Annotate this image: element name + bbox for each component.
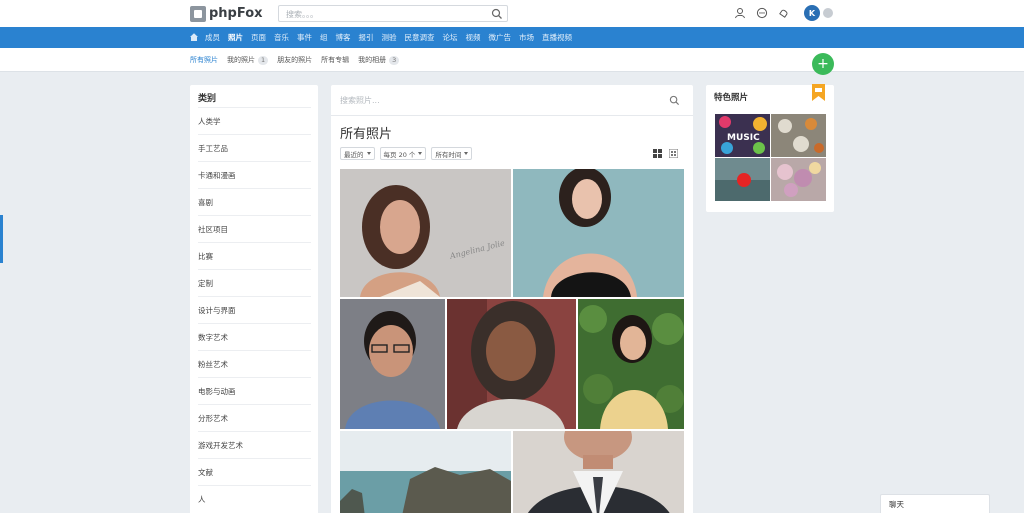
subtab-label: 所有专辑 xyxy=(321,56,350,64)
photo-coastal-cliffs[interactable] xyxy=(340,431,511,513)
nav-item-1[interactable]: 照片 xyxy=(228,32,243,43)
category-item[interactable]: 数字艺术 xyxy=(198,323,311,350)
featured-thumb-text: MUSIC xyxy=(727,133,760,143)
nav-item-8[interactable]: 测验 xyxy=(382,32,397,43)
chevron-down-icon xyxy=(418,152,423,155)
subtab-3[interactable]: 所有专辑 xyxy=(321,55,349,65)
featured-thumb-music[interactable]: MUSIC xyxy=(715,114,770,157)
subtab-label: 我的相册 xyxy=(358,56,387,64)
category-item[interactable]: 喜剧 xyxy=(198,188,311,215)
filter-label: 最近的 xyxy=(344,150,364,159)
left-accent-bar xyxy=(0,215,3,263)
subtab-2[interactable]: 朋友的照片 xyxy=(277,55,312,65)
logo-icon xyxy=(190,5,206,22)
photo-woman-black-dress[interactable] xyxy=(513,169,684,297)
nav-item-5[interactable]: 组 xyxy=(320,32,328,43)
nav-item-13[interactable]: 市场 xyxy=(519,32,534,43)
category-item[interactable]: 手工艺品 xyxy=(198,134,311,161)
nav-item-11[interactable]: 视频 xyxy=(466,32,481,43)
category-item[interactable]: 粉丝艺术 xyxy=(198,350,311,377)
bell-icon[interactable] xyxy=(778,7,790,19)
chevron-down-icon xyxy=(464,152,469,155)
featured-thumb-balloon[interactable] xyxy=(715,158,770,201)
global-search-placeholder: 搜索。。。 xyxy=(286,10,318,19)
people-icon[interactable] xyxy=(734,7,746,19)
subtab-label: 我的照片 xyxy=(227,56,255,64)
photo-man-suit[interactable] xyxy=(513,431,684,513)
search-icon[interactable] xyxy=(669,95,680,106)
nav-item-2[interactable]: 页面 xyxy=(251,32,266,43)
category-item[interactable]: 定制 xyxy=(198,269,311,296)
category-item[interactable]: 比赛 xyxy=(198,242,311,269)
home-icon[interactable] xyxy=(189,32,199,42)
logo[interactable]: phpFox xyxy=(190,5,263,22)
nav-item-9[interactable]: 民意调查 xyxy=(405,32,435,43)
category-item[interactable]: 人类学 xyxy=(198,107,311,134)
photo-search-placeholder: 搜索照片... xyxy=(340,96,380,105)
photo-man-glasses[interactable] xyxy=(340,299,445,429)
category-item[interactable]: 分形艺术 xyxy=(198,404,311,431)
main-nav: 成员 照片 页面 音乐 事件组博客 报引 测验 民意调查 论坛 视频 微广告 市场 直播视频 xyxy=(0,27,1024,48)
subtab-1[interactable]: 我的照片 1 xyxy=(227,55,269,65)
filter-dropdown-2[interactable]: 所有时间 xyxy=(431,147,473,160)
category-item[interactable]: 设计与界面 xyxy=(198,296,311,323)
logo-text: phpFox xyxy=(209,6,263,21)
chat-dock[interactable]: 聊天 xyxy=(880,494,990,513)
filter-label: 每页 20 个 xyxy=(383,150,416,159)
chevron-down-icon xyxy=(366,152,371,155)
search-icon[interactable] xyxy=(491,8,503,20)
chevron-down-icon[interactable] xyxy=(823,8,833,18)
featured-photos-panel: 特色照片 MUSIC xyxy=(706,85,834,212)
grid-view-icon[interactable] xyxy=(653,149,662,158)
category-item[interactable]: 电影与动画 xyxy=(198,377,311,404)
top-bar: phpFox 搜索。。。 K xyxy=(0,0,1024,27)
featured-badge-icon xyxy=(812,84,825,101)
photo-main-panel: 搜索照片... 所有照片 最近的 每页 20 个 所有时间 Angelina Jol… xyxy=(331,85,693,513)
subtab-count: 1 xyxy=(258,55,269,65)
subtab-label: 朋友的照片 xyxy=(277,56,313,64)
nav-item-7[interactable]: 报引 xyxy=(359,32,374,43)
sub-nav: 所有照片 我的照片 1 朋友的照片 所有专辑 我的相册 3 xyxy=(0,48,1024,72)
chat-icon[interactable] xyxy=(756,7,768,19)
subtab-4[interactable]: 我的相册 3 xyxy=(358,55,400,65)
photo-search-input[interactable]: 搜索照片... xyxy=(331,85,693,116)
filter-label: 所有时间 xyxy=(435,150,462,159)
nav-item-12[interactable]: 微广告 xyxy=(489,32,512,43)
category-item[interactable]: 游戏开发艺术 xyxy=(198,431,311,458)
category-item[interactable]: 卡通和漫画 xyxy=(198,161,311,188)
category-item[interactable]: 人 xyxy=(198,485,311,512)
nav-item-14[interactable]: 直播视频 xyxy=(542,32,572,43)
photo-woman-green-leaves[interactable] xyxy=(578,299,684,429)
chat-label: 聊天 xyxy=(889,500,904,509)
add-photo-button[interactable]: + xyxy=(812,53,834,75)
nav-item-3[interactable]: 音乐 xyxy=(274,32,289,43)
global-search-input[interactable]: 搜索。。。 xyxy=(278,5,508,22)
casual-view-icon[interactable] xyxy=(669,149,678,158)
filter-dropdown-1[interactable]: 每页 20 个 xyxy=(379,147,427,160)
featured-thumb-food[interactable] xyxy=(771,114,826,157)
filter-dropdown-0[interactable]: 最近的 xyxy=(340,147,375,160)
category-item[interactable]: 文献 xyxy=(198,458,311,485)
nav-item-4[interactable]: 事件 xyxy=(297,32,312,43)
category-panel: 类别 人类学 手工艺品 卡通和漫画 喜剧 社区项目 比赛 定制 设计与界面 数字艺术 粉丝艺术 电影… xyxy=(190,85,318,513)
nav-item-10[interactable]: 论坛 xyxy=(443,32,458,43)
photo-woman-smiling-dreadlocks[interactable] xyxy=(447,299,576,429)
subtab-0[interactable]: 所有照片 xyxy=(190,55,218,65)
page-title: 所有照片 xyxy=(340,127,393,142)
featured-title: 特色照片 xyxy=(714,93,749,103)
avatar[interactable]: K xyxy=(804,5,820,21)
nav-item-0[interactable]: 成员 xyxy=(205,32,220,43)
category-title: 类别 xyxy=(198,94,217,104)
nav-item-6[interactable]: 博客 xyxy=(336,32,351,43)
photo-woman-dark-hair[interactable]: Angelina Jolie xyxy=(340,169,511,297)
subtab-label: 所有照片 xyxy=(190,56,218,64)
featured-thumb-flowers[interactable] xyxy=(771,158,826,201)
category-item[interactable]: 社区项目 xyxy=(198,215,311,242)
subtab-count: 3 xyxy=(389,55,400,65)
